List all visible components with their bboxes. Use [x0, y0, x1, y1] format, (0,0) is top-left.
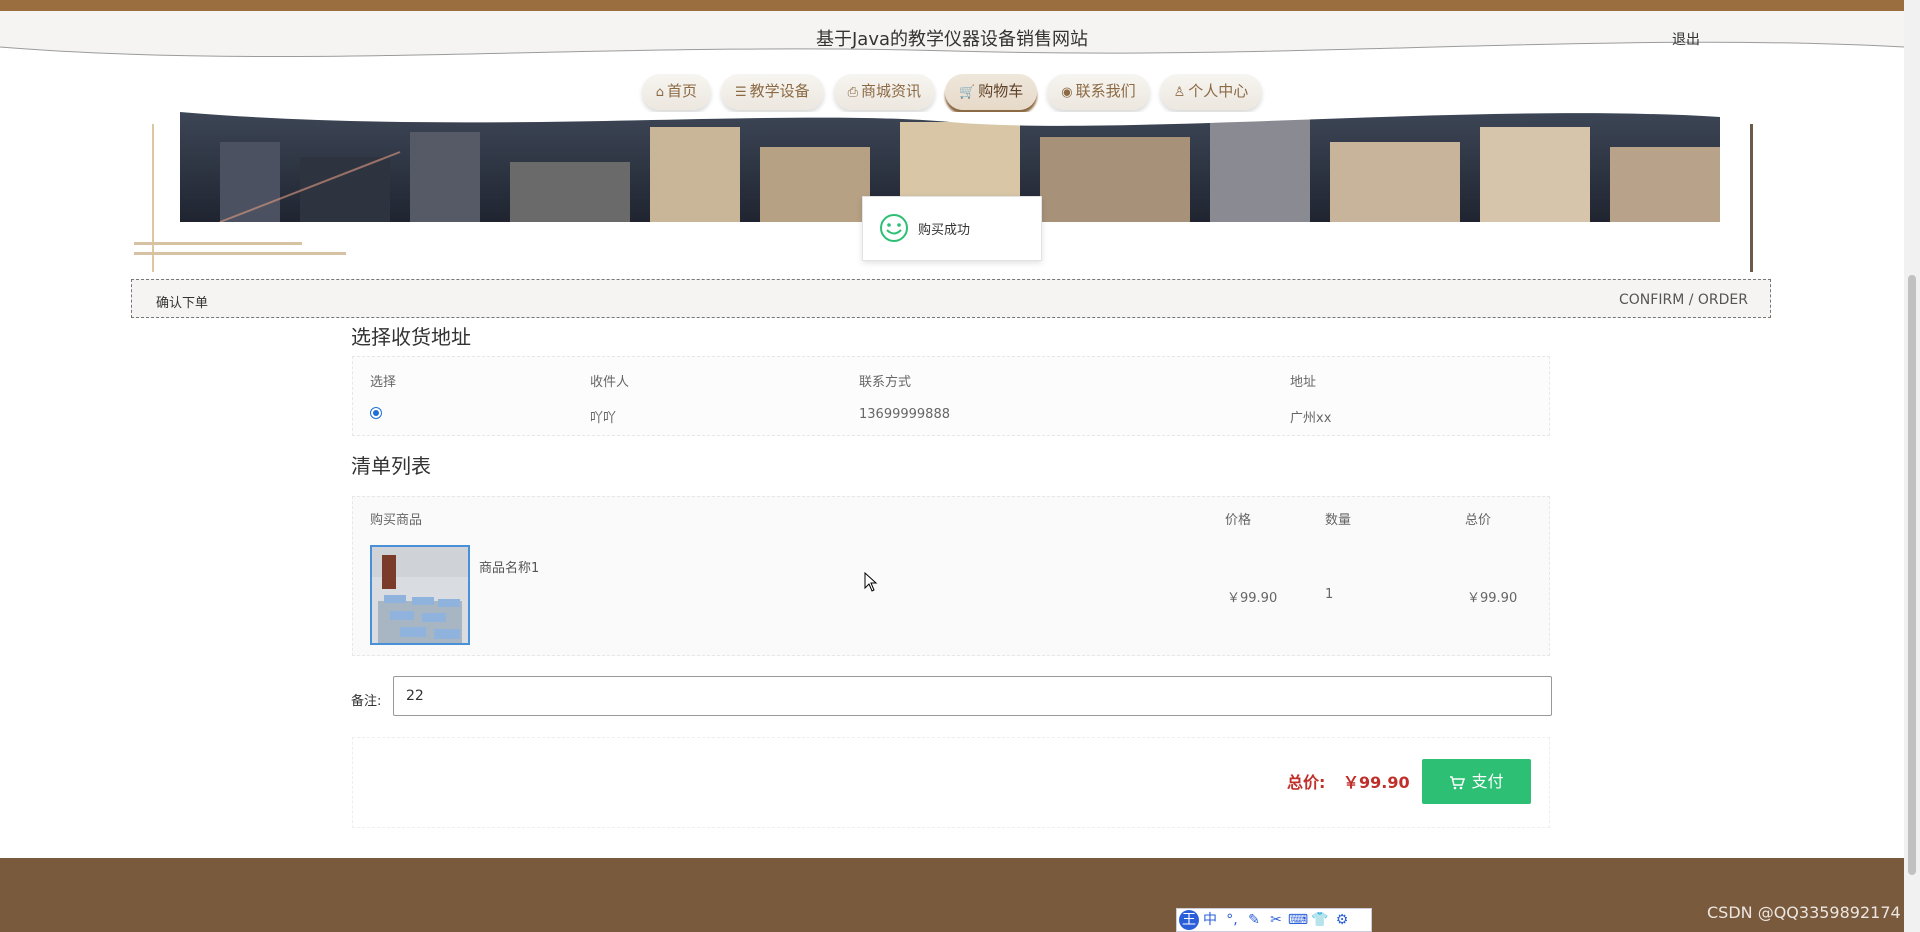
mouse-cursor-icon — [864, 572, 878, 592]
address-table: 选择 收件人 联系方式 地址 吖吖 13699999888 广州xx — [352, 356, 1550, 436]
nav-news[interactable]: ⎙ 商城资讯 — [833, 74, 936, 110]
nav-news-label: 商城资讯 — [861, 82, 922, 100]
scrollbar-thumb[interactable] — [1908, 275, 1916, 875]
decor-line — [134, 252, 346, 255]
nav-profile[interactable]: ♙ 个人中心 — [1159, 74, 1263, 110]
ime-pen-icon[interactable]: ✎ — [1243, 909, 1265, 931]
ime-settings-icon[interactable]: ⚙ — [1331, 909, 1353, 931]
items-heading: 清单列表 — [351, 454, 431, 478]
top-stripe — [0, 0, 1920, 11]
pay-button[interactable]: 支付 — [1422, 759, 1531, 804]
total-value: ￥99.90 — [1343, 773, 1410, 792]
printer-icon: ⎙ — [847, 85, 859, 100]
footer — [0, 858, 1904, 932]
nav-home[interactable]: ⌂ 首页 — [641, 74, 711, 110]
address-heading: 选择收货地址 — [351, 325, 471, 349]
watermark: CSDN @QQ3359892174 — [1707, 903, 1901, 922]
total-cell: ￥99.90 — [1467, 591, 1518, 606]
nav-profile-label: 个人中心 — [1188, 82, 1249, 100]
ime-logo[interactable]: 王 — [1179, 910, 1199, 930]
ime-skin-icon[interactable]: 👕 — [1309, 909, 1331, 931]
items-table: 购买商品 价格 数量 总价 商品名称1 ￥99.90 1 ￥99.90 — [352, 496, 1550, 656]
col-recipient: 收件人 — [590, 375, 630, 390]
home-icon: ⌂ — [655, 85, 664, 100]
payment-panel: 总价: ￥99.90 支付 — [352, 737, 1550, 828]
logout-link[interactable]: 退出 — [1672, 29, 1700, 49]
col-qty: 数量 — [1325, 513, 1352, 528]
col-price: 价格 — [1225, 513, 1252, 528]
nav-home-label: 首页 — [666, 82, 697, 100]
classroom-image — [372, 547, 468, 643]
success-toast: 购买成功 — [862, 196, 1042, 261]
ime-lang-toggle[interactable]: 中 — [1199, 909, 1221, 931]
nav-equipment[interactable]: ☰ 教学设备 — [720, 74, 824, 110]
remark-input[interactable] — [393, 676, 1552, 716]
decor-line — [134, 242, 302, 245]
address-radio[interactable] — [370, 407, 382, 419]
nav-cart-label: 购物车 — [978, 82, 1024, 100]
product-thumbnail[interactable] — [370, 545, 470, 645]
phone-cell: 13699999888 — [859, 407, 950, 422]
smile-icon — [880, 214, 908, 242]
total-label: 总价: — [1287, 773, 1326, 792]
user-icon: ♙ — [1173, 85, 1186, 100]
section-subtitle: CONFIRM / ORDER — [1619, 292, 1748, 308]
col-select: 选择 — [370, 375, 397, 390]
cart-icon — [1450, 775, 1466, 789]
remark-label: 备注: — [351, 694, 382, 709]
main-nav: ⌂ 首页 ☰ 教学设备 ⎙ 商城资讯 🛒 购物车 ◉ 联系我们 ♙ 个人中心 — [0, 74, 1904, 110]
col-phone: 联系方式 — [859, 375, 912, 390]
section-title: 确认下单 — [156, 296, 209, 311]
col-total: 总价 — [1465, 513, 1492, 528]
nav-cart[interactable]: 🛒 购物车 — [945, 74, 1038, 110]
nav-equipment-label: 教学设备 — [749, 82, 810, 100]
address-cell: 广州xx — [1290, 411, 1332, 426]
header: 基于Java的教学仪器设备销售网站 退出 — [0, 11, 1920, 63]
toast-message: 购买成功 — [918, 223, 971, 238]
price-cell: ￥99.90 — [1227, 591, 1278, 606]
ime-toolbar[interactable]: 王中 °, ✎ ✂ ⌨ 👕 ⚙ — [1176, 908, 1372, 932]
qty-cell: 1 — [1325, 587, 1334, 602]
ime-punct-icon[interactable]: °, — [1221, 909, 1243, 931]
layers-icon: ☰ — [734, 85, 747, 100]
site-title: 基于Java的教学仪器设备销售网站 — [815, 29, 1089, 50]
col-product: 购买商品 — [370, 513, 423, 528]
ime-scissors-icon[interactable]: ✂ — [1265, 909, 1287, 931]
product-name[interactable]: 商品名称1 — [479, 557, 539, 576]
nav-contact[interactable]: ◉ 联系我们 — [1047, 74, 1150, 110]
section-header: 确认下单 CONFIRM / ORDER — [131, 279, 1771, 318]
scrollbar[interactable] — [1904, 0, 1920, 932]
pay-label: 支付 — [1471, 772, 1504, 791]
decor-line — [152, 124, 154, 272]
ime-keyboard-icon[interactable]: ⌨ — [1287, 909, 1309, 931]
col-address: 地址 — [1290, 375, 1317, 390]
nav-contact-label: 联系我们 — [1075, 82, 1136, 100]
chat-icon: ◉ — [1061, 85, 1073, 100]
cart-icon: 🛒 — [959, 85, 976, 100]
recipient-cell: 吖吖 — [590, 411, 617, 426]
decor-line — [1750, 124, 1753, 272]
